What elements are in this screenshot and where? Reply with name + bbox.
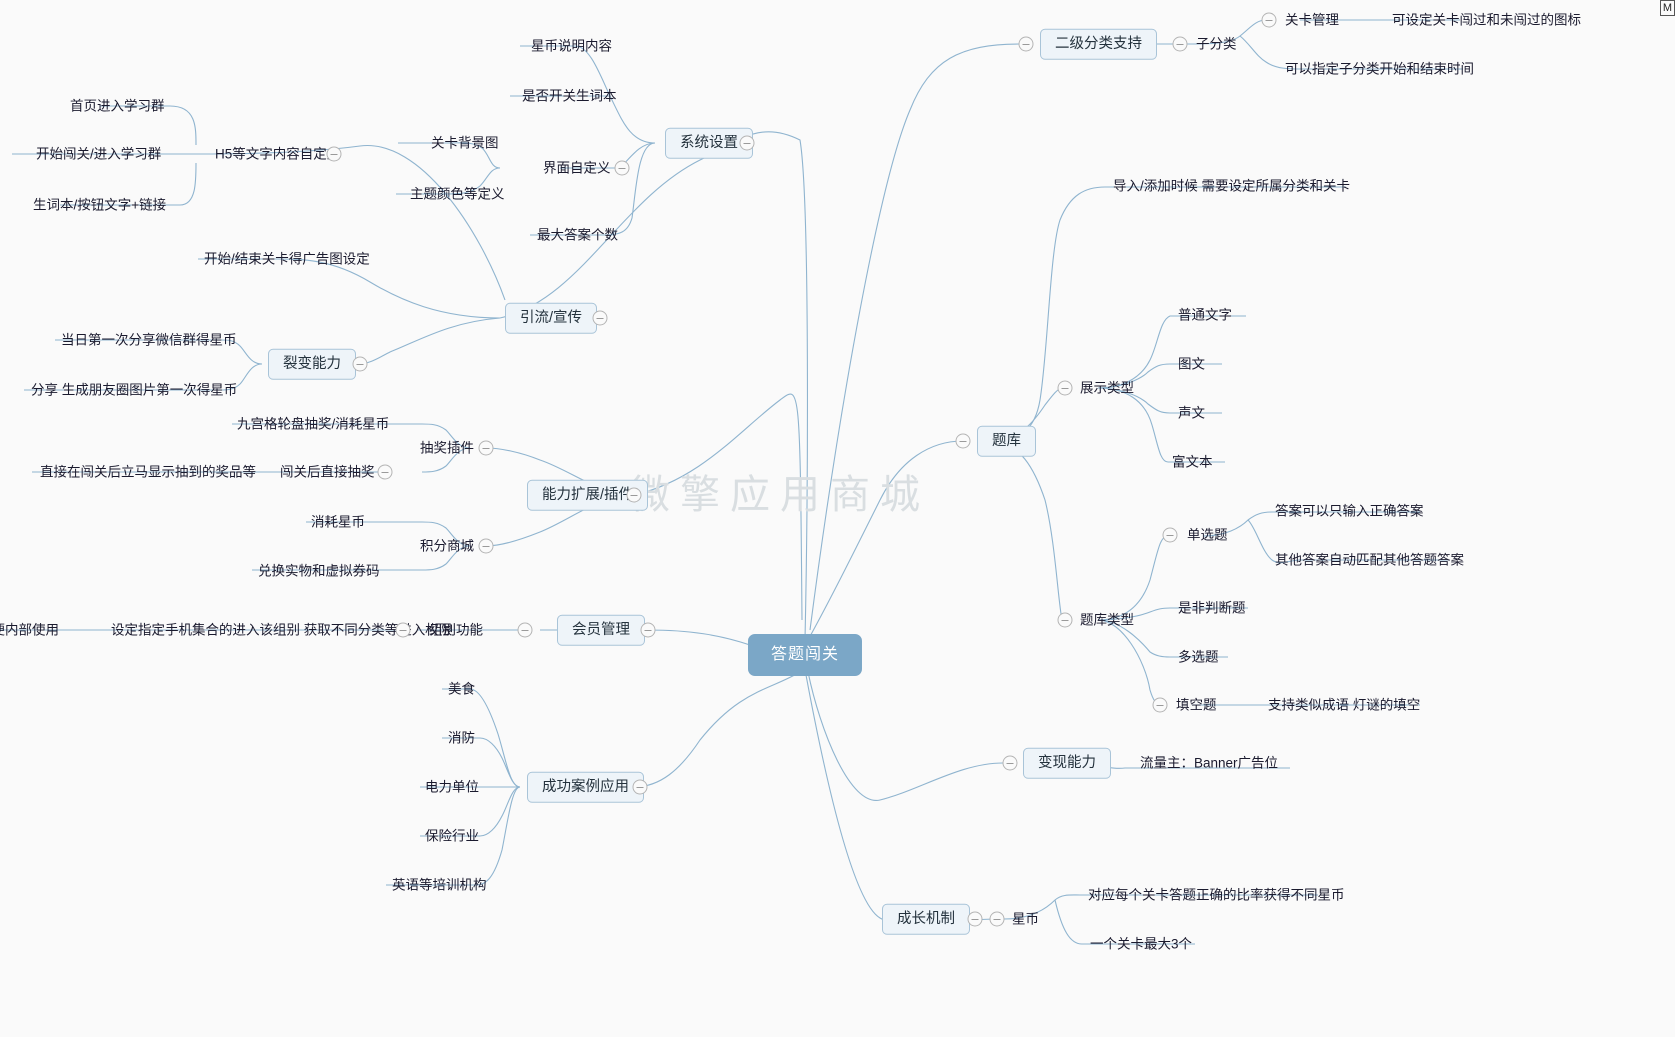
mindmap-node-grow[interactable]: 成长机制 — [882, 903, 970, 935]
mindmap-root-node[interactable]: 答题闯关 — [747, 634, 863, 676]
mindmap-node-cat_1_1[interactable]: 关卡管理 — [1285, 13, 1339, 27]
collapse-toggle-icon[interactable] — [1057, 380, 1073, 396]
collapse-toggle-icon[interactable] — [967, 911, 983, 927]
mindmap-node-sys_3_1[interactable]: 关卡背景图 — [431, 136, 499, 150]
edge — [1097, 315, 1246, 389]
collapse-toggle-icon[interactable] — [1002, 755, 1018, 771]
mindmap-node-ext_2_1[interactable]: 消耗星币 — [311, 515, 365, 529]
mindmap-node-bank_2_2[interactable]: 图文 — [1178, 357, 1205, 371]
mindmap-node-member[interactable]: 会员管理 — [557, 614, 645, 646]
collapse-toggle-icon[interactable] — [1057, 612, 1073, 628]
mindmap-node-sys_3_2[interactable]: 主题颜色等定义 — [410, 187, 505, 201]
mindmap-node-bank_3_1_1[interactable]: 答案可以只输入正确答案 — [1275, 504, 1424, 518]
collapse-toggle-icon[interactable] — [395, 622, 411, 638]
mindmap-node-h5_2[interactable]: 开始闯关/进入学习群 — [36, 147, 161, 161]
mindmap-node-case_5[interactable]: 英语等培训机构 — [392, 878, 487, 892]
mindmap-node-money_1[interactable]: 流量主：Banner广告位 — [1140, 756, 1278, 770]
mindmap-node-sys_4[interactable]: 最大答案个数 — [537, 228, 618, 242]
mindmap-canvas: 微擎应用商城 H5等文字内容自定义 首页进入学习群开始闯关/进入学习群 生词本/按钮… — [0, 0, 1675, 1037]
mindmap-node-sys_1[interactable]: 星币说明内容 — [531, 39, 612, 53]
mindmap-node-h5_3[interactable]: 生词本/按钮文字+链接 — [33, 198, 166, 212]
mindmap-node-sys_3[interactable]: 界面自定义 — [543, 161, 611, 175]
collapse-toggle-icon[interactable] — [377, 464, 393, 480]
collapse-toggle-icon[interactable] — [326, 146, 342, 162]
edge — [1097, 535, 1169, 621]
edge — [989, 186, 1346, 442]
collapse-toggle-icon[interactable] — [739, 135, 755, 151]
mindmap-node-bank_3_4[interactable]: 填空题 — [1176, 698, 1217, 712]
mindmap-node-ext_1[interactable]: 抽奖插件 — [420, 441, 474, 455]
mindmap-node-draw_2_2[interactable]: 分享 生成朋友圈图片第一次得星币 — [31, 383, 237, 397]
collapse-toggle-icon[interactable] — [640, 622, 656, 638]
mindmap-node-draw_2_1[interactable]: 当日第一次分享微信群得星币 — [61, 333, 237, 347]
collapse-toggle-icon[interactable] — [352, 356, 368, 372]
mindmap-node-case_1[interactable]: 美食 — [448, 682, 475, 696]
mindmap-node-money[interactable]: 变现能力 — [1023, 747, 1111, 779]
collapse-toggle-icon[interactable] — [1152, 697, 1168, 713]
edge — [633, 671, 801, 788]
edge — [195, 145, 506, 301]
mindmap-node-ext_2[interactable]: 积分商城 — [420, 539, 474, 553]
mindmap-node-cat_1[interactable]: 子分类 — [1196, 37, 1237, 51]
edge — [499, 131, 808, 641]
mindmap-node-case_2[interactable]: 消防 — [448, 731, 475, 745]
mindmap-node-grow_1[interactable]: 星币 — [1012, 912, 1039, 926]
mindmap-node-grow_1_2[interactable]: 一个关卡最大3个 — [1090, 937, 1192, 951]
collapse-toggle-icon[interactable] — [955, 433, 971, 449]
mindmap-node-bank_3_1[interactable]: 单选题 — [1187, 528, 1228, 542]
edge — [1097, 387, 1225, 463]
mindmap-node-bank_1[interactable]: 导入/添加时候 需要设定所属分类和关卡 — [1113, 179, 1350, 193]
mindmap-node-case_3[interactable]: 电力单位 — [425, 780, 479, 794]
mindmap-node-ext_1_1[interactable]: 九宫格轮盘抽奖/消耗星币 — [237, 417, 389, 431]
mindmap-node-ext_1_2[interactable]: 闯关后直接抽奖 — [280, 465, 375, 479]
edge — [805, 674, 1005, 925]
mindmap-node-bank_3[interactable]: 题库类型 — [1080, 613, 1134, 627]
collapse-toggle-icon[interactable] — [626, 487, 642, 503]
edge — [989, 440, 1063, 621]
corner-mark-badge: M — [1659, 0, 1675, 16]
edge — [198, 258, 501, 319]
mindmap-node-draw_2[interactable]: 裂变能力 — [268, 348, 356, 380]
collapse-toggle-icon[interactable] — [592, 310, 608, 326]
edge — [809, 43, 1021, 631]
mindmap-node-bank_3_3[interactable]: 多选题 — [1178, 650, 1219, 664]
collapse-toggle-icon[interactable] — [478, 440, 494, 456]
collapse-toggle-icon[interactable] — [1162, 527, 1178, 543]
mindmap-node-bank_2_1[interactable]: 普通文字 — [1178, 308, 1232, 322]
mindmap-node-h5_1[interactable]: 首页进入学习群 — [70, 99, 165, 113]
mindmap-node-bank_3_1_2[interactable]: 其他答案自动匹配其他答题答案 — [1275, 553, 1464, 567]
mindmap-node-grow_1_1[interactable]: 对应每个关卡答题正确的比率获得不同星币 — [1088, 888, 1345, 902]
mindmap-node-h5[interactable]: H5等文字内容自定义 — [215, 147, 340, 161]
edge — [530, 142, 656, 236]
mindmap-node-draw_1[interactable]: 开始/结束关卡得广告图设定 — [204, 252, 370, 266]
mindmap-node-ext_2_2[interactable]: 兑换实物和虚拟券码 — [258, 564, 380, 578]
mindmap-node-sys_2[interactable]: 是否开关生词本 — [522, 89, 617, 103]
collapse-toggle-icon[interactable] — [1172, 36, 1188, 52]
mindmap-node-cat_1_1_1[interactable]: 可设定关卡闯过和未闯过的图标 — [1392, 13, 1581, 27]
edge — [807, 671, 1004, 801]
mindmap-node-cat[interactable]: 二级分类支持 — [1040, 28, 1157, 60]
mindmap-node-case[interactable]: 成功案例应用 — [527, 771, 644, 803]
mindmap-node-bank_3_4_1[interactable]: 支持类似成语 灯谜的填空 — [1268, 698, 1420, 712]
collapse-toggle-icon[interactable] — [517, 622, 533, 638]
mindmap-node-bank_3_2[interactable]: 是非判断题 — [1178, 601, 1246, 615]
collapse-toggle-icon[interactable] — [478, 538, 494, 554]
mindmap-node-case_4[interactable]: 保险行业 — [425, 829, 479, 843]
mindmap-node-ext_1_2_1[interactable]: 直接在闯关后立马显示抽到的奖品等 — [40, 465, 256, 479]
collapse-toggle-icon[interactable] — [1018, 36, 1034, 52]
mindmap-node-member_1_1_1[interactable]: 方便内部使用 — [0, 623, 59, 637]
edge — [357, 317, 501, 365]
edge — [1097, 619, 1163, 706]
collapse-toggle-icon[interactable] — [989, 911, 1005, 927]
mindmap-node-cat_1_2[interactable]: 可以指定子分类开始和结束时间 — [1285, 62, 1474, 76]
collapse-toggle-icon[interactable] — [632, 779, 648, 795]
watermark: 微擎应用商城 — [630, 473, 930, 517]
collapse-toggle-icon[interactable] — [614, 160, 630, 176]
mindmap-node-bank_2[interactable]: 展示类型 — [1080, 381, 1134, 395]
mindmap-node-draw[interactable]: 引流/宣传 — [505, 302, 598, 334]
mindmap-node-bank_2_4[interactable]: 富文本 — [1172, 455, 1213, 469]
mindmap-node-bank[interactable]: 题库 — [977, 425, 1036, 457]
collapse-toggle-icon[interactable] — [1261, 12, 1277, 28]
mindmap-node-bank_2_3[interactable]: 声文 — [1178, 406, 1205, 420]
